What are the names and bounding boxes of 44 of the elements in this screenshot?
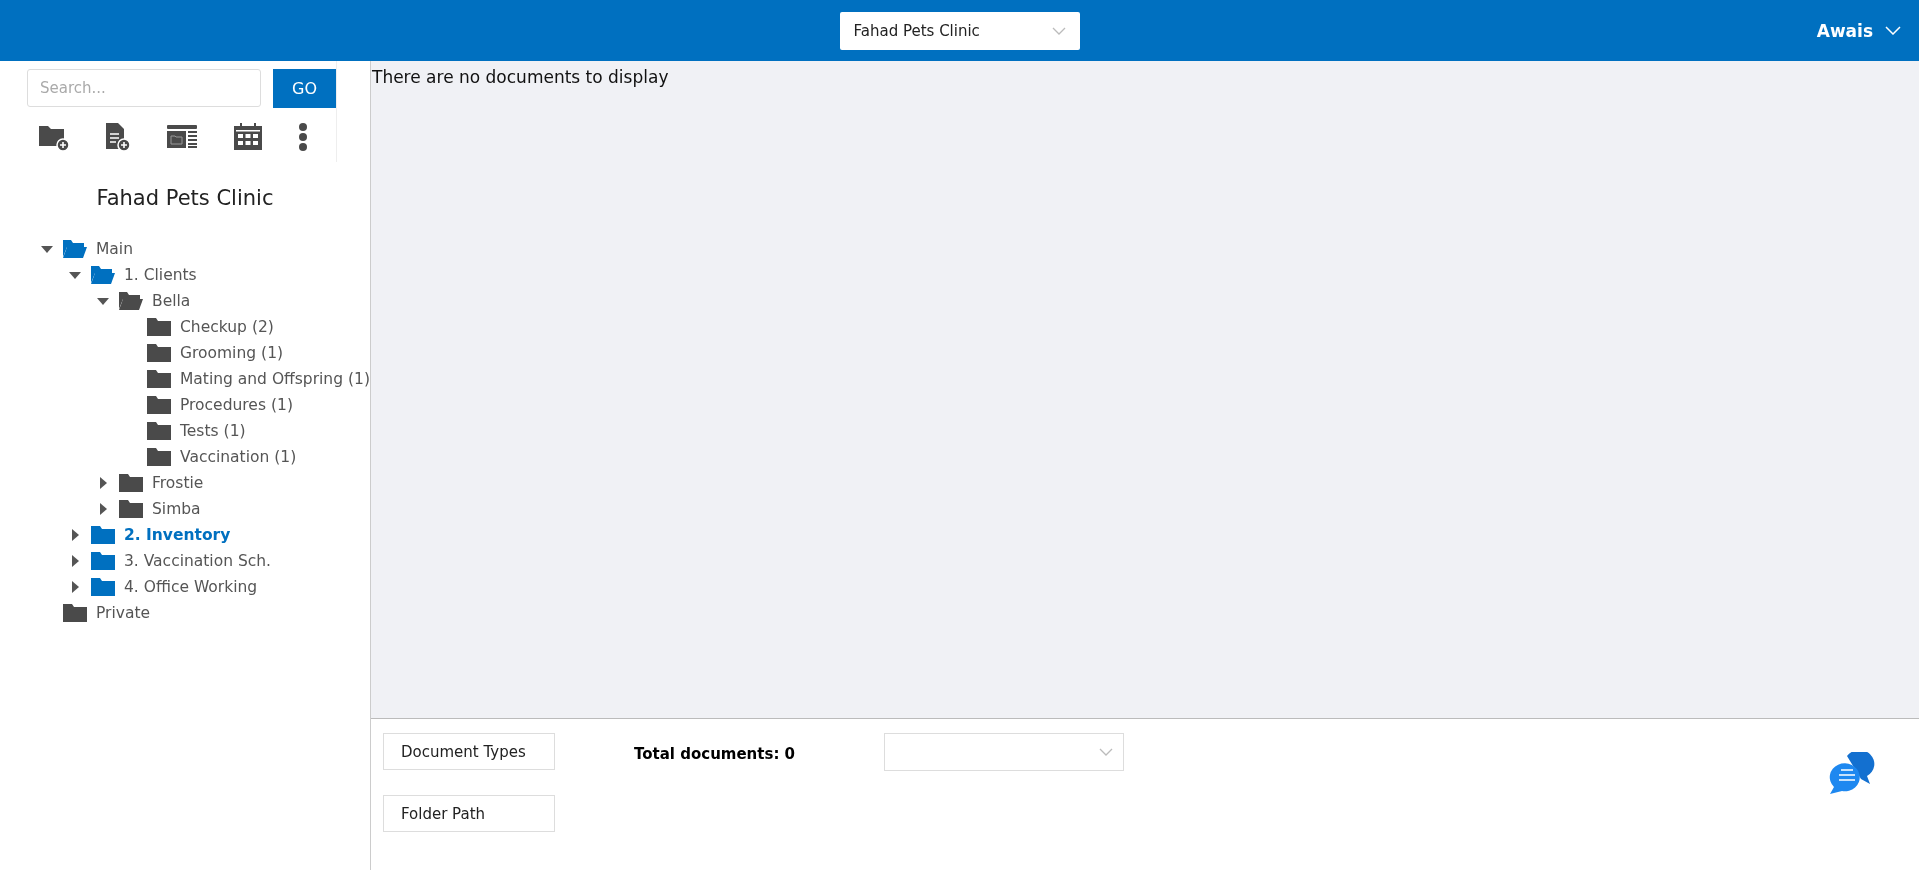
folder-item[interactable]: 4. Office Working (124, 578, 258, 596)
user-menu[interactable]: Awais (1816, 0, 1901, 61)
folder-item[interactable]: Procedures (180, 396, 266, 414)
total-documents: Total documents: 0 (634, 745, 797, 763)
caret-down-icon[interactable] (69, 271, 81, 279)
footer-button[interactable]: Document Types (383, 733, 555, 770)
folder-item[interactable]: 2. Inventory (124, 526, 231, 544)
chevron-down-icon (1099, 748, 1113, 756)
document-add-icon[interactable] (104, 122, 132, 152)
cabinet-title: Fahad Pets Clinic (95, 186, 275, 210)
caret-down-icon[interactable] (97, 297, 109, 305)
calendar-icon[interactable] (232, 122, 264, 152)
caret-right-icon[interactable] (71, 581, 79, 593)
search-field[interactable]: Search... (27, 69, 261, 107)
go-button[interactable]: GO (273, 69, 336, 108)
workspace-select[interactable]: Fahad Pets Clinic (839, 11, 1080, 50)
document-count: (1) (274, 448, 297, 466)
folder-item[interactable]: 1. Clients (124, 266, 197, 284)
folder-item[interactable]: Frostie (152, 474, 204, 492)
folder-item[interactable]: Simba (152, 500, 201, 518)
document-count: (1) (261, 344, 284, 362)
folder-item[interactable]: 3. Vaccination Sch. (124, 552, 271, 570)
caret-right-icon[interactable] (71, 529, 79, 541)
folder-item[interactable]: Mating and Offspring (179, 370, 344, 388)
caret-right-icon[interactable] (71, 555, 79, 567)
chevron-down-icon (1051, 26, 1066, 35)
document-count: (1) (223, 422, 246, 440)
footer-button[interactable]: Folder Path (383, 795, 555, 832)
folder-item[interactable]: Vaccination (180, 448, 270, 466)
caret-down-icon[interactable] (41, 245, 53, 253)
folder-item[interactable]: Checkup (180, 318, 247, 336)
folder-item[interactable]: Private (96, 604, 151, 622)
caret-right-icon[interactable] (99, 503, 107, 515)
folder-item[interactable]: Bella (152, 292, 191, 310)
folder-item[interactable]: Tests (180, 422, 219, 440)
chevron-down-icon (1885, 26, 1901, 35)
folder-item[interactable]: Main (96, 240, 133, 258)
document-count: (1) (348, 370, 370, 388)
more-options-icon[interactable] (298, 122, 308, 152)
document-count: (2) (251, 318, 274, 336)
document-count: (1) (270, 396, 293, 414)
folder-item[interactable]: Grooming (180, 344, 257, 362)
caret-right-icon[interactable] (99, 477, 107, 489)
empty-message: There are no documents to display (372, 67, 670, 87)
